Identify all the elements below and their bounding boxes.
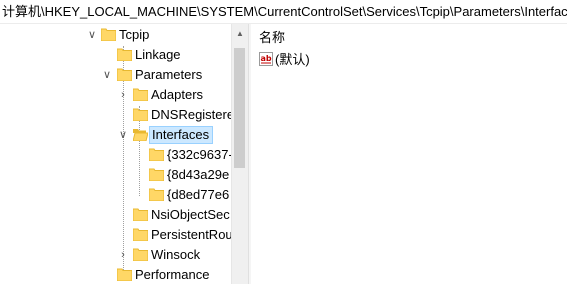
tree-node-label: Adapters — [151, 87, 204, 102]
tree-node-performance[interactable]: Performance — [0, 265, 231, 284]
tree-node-guid[interactable]: {d8ed77e6 — [0, 185, 231, 205]
chevron-right-icon[interactable]: › — [117, 85, 129, 105]
chevron-down-icon[interactable]: ∨ — [117, 125, 129, 145]
tree-node-winsock[interactable]: › Winsock — [0, 245, 231, 265]
tree-node-label: NsiObjectSec — [151, 207, 230, 222]
tree-node-label: Linkage — [135, 47, 181, 62]
chevron-right-icon[interactable]: › — [117, 245, 129, 265]
folder-icon — [149, 168, 164, 181]
folder-icon — [149, 188, 164, 201]
column-header-name[interactable]: 名称 — [259, 27, 285, 46]
folder-icon — [101, 28, 116, 41]
tree-node-nsiobjectsecurity[interactable]: NsiObjectSec — [0, 205, 231, 225]
pane-splitter[interactable] — [248, 24, 251, 284]
tree-node-label: Tcpip — [119, 27, 150, 42]
tree-node-label: {d8ed77e6 — [167, 187, 230, 202]
tree-node-interfaces[interactable]: ∨ Interfaces — [0, 125, 231, 145]
chevron-down-icon[interactable]: ∨ — [101, 65, 113, 85]
tree-node-persistentroutes[interactable]: PersistentRou — [0, 225, 231, 245]
tree-node-linkage[interactable]: Linkage — [0, 45, 231, 65]
tree-node-label: Performance — [135, 267, 210, 282]
values-pane[interactable]: 名称 ab (默认) — [252, 24, 567, 284]
folder-icon — [117, 68, 132, 81]
tree-node-label: Winsock — [151, 247, 201, 262]
registry-value-name: (默认) — [275, 52, 310, 67]
scroll-up-arrow-icon[interactable]: ▲ — [232, 26, 248, 42]
folder-icon — [117, 268, 132, 281]
tree-node-tcpip[interactable]: ∨ Tcpip — [0, 25, 231, 45]
folder-icon — [133, 108, 148, 121]
chevron-down-icon[interactable]: ∨ — [86, 25, 98, 45]
tree-node-guid[interactable]: {332c9637- — [0, 145, 231, 165]
address-bar[interactable]: 计算机\HKEY_LOCAL_MACHINE\SYSTEM\CurrentCon… — [0, 0, 567, 24]
registry-tree[interactable]: ∨ Tcpip Linkage ∨ Parameters › Adapters … — [0, 24, 231, 284]
folder-open-icon — [133, 128, 148, 141]
folder-icon — [133, 208, 148, 221]
folder-icon — [133, 88, 148, 101]
folder-icon — [133, 248, 148, 261]
folder-icon — [133, 228, 148, 241]
tree-vertical-scrollbar[interactable]: ▲ — [231, 24, 248, 284]
scrollbar-thumb[interactable] — [234, 48, 245, 168]
tree-node-label: DNSRegistere — [151, 107, 231, 122]
tree-node-label: {8d43a29e — [167, 167, 230, 182]
tree-node-label: PersistentRou — [151, 227, 231, 242]
tree-node-guid[interactable]: {8d43a29e — [0, 165, 231, 185]
tree-node-label: Parameters — [135, 67, 203, 82]
tree-node-parameters[interactable]: ∨ Parameters — [0, 65, 231, 85]
string-value-icon: ab — [259, 52, 273, 66]
tree-node-dnsregistered[interactable]: DNSRegistere — [0, 105, 231, 125]
tree-node-adapters[interactable]: › Adapters — [0, 85, 231, 105]
tree-node-label: {332c9637- — [167, 147, 231, 162]
folder-icon — [117, 48, 132, 61]
tree-node-label: Interfaces — [152, 127, 210, 142]
folder-icon — [149, 148, 164, 161]
